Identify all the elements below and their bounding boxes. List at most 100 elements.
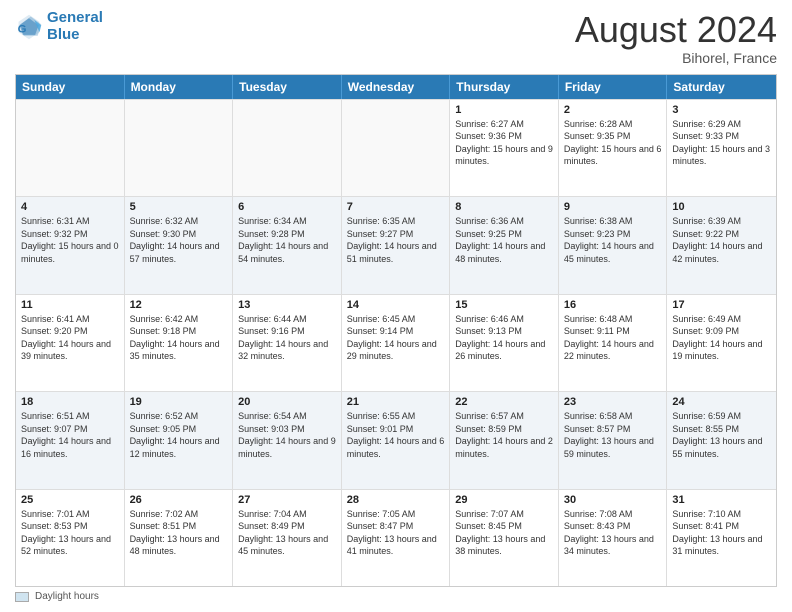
day-number: 20 [238, 396, 336, 408]
day-info: Sunrise: 7:01 AM Sunset: 8:53 PM Dayligh… [21, 508, 119, 558]
day-number: 6 [238, 201, 336, 213]
day-number: 19 [130, 396, 228, 408]
day-info: Sunrise: 6:52 AM Sunset: 9:05 PM Dayligh… [130, 410, 228, 460]
cal-cell-day-4: 4 Sunrise: 6:31 AM Sunset: 9:32 PM Daylig… [16, 197, 125, 293]
cal-cell-empty-r0c0 [16, 100, 125, 196]
day-number: 31 [672, 494, 771, 506]
day-info: Sunrise: 6:38 AM Sunset: 9:23 PM Dayligh… [564, 215, 662, 265]
day-number: 28 [347, 494, 445, 506]
cal-cell-day-18: 18 Sunrise: 6:51 AM Sunset: 9:07 PM Dayli… [16, 392, 125, 488]
daylight-legend-box [15, 592, 29, 602]
day-number: 18 [21, 396, 119, 408]
day-info: Sunrise: 7:05 AM Sunset: 8:47 PM Dayligh… [347, 508, 445, 558]
day-info: Sunrise: 6:45 AM Sunset: 9:14 PM Dayligh… [347, 313, 445, 363]
day-number: 21 [347, 396, 445, 408]
day-info: Sunrise: 7:04 AM Sunset: 8:49 PM Dayligh… [238, 508, 336, 558]
cal-cell-day-6: 6 Sunrise: 6:34 AM Sunset: 9:28 PM Daylig… [233, 197, 342, 293]
cal-row-3: 18 Sunrise: 6:51 AM Sunset: 9:07 PM Dayli… [16, 391, 776, 488]
cal-cell-day-16: 16 Sunrise: 6:48 AM Sunset: 9:11 PM Dayli… [559, 295, 668, 391]
day-info: Sunrise: 6:27 AM Sunset: 9:36 PM Dayligh… [455, 118, 553, 168]
cal-cell-day-5: 5Sunrise: 6:32 AM Sunset: 9:30 PM Daylig… [125, 197, 234, 293]
day-number: 10 [672, 201, 771, 213]
day-info: Sunrise: 6:44 AM Sunset: 9:16 PM Dayligh… [238, 313, 336, 363]
cal-cell-day-1: 1 Sunrise: 6:27 AM Sunset: 9:36 PM Daylig… [450, 100, 559, 196]
cal-cell-day-15: 15 Sunrise: 6:46 AM Sunset: 9:13 PM Dayli… [450, 295, 559, 391]
cal-cell-day-8: 8 Sunrise: 6:36 AM Sunset: 9:25 PM Daylig… [450, 197, 559, 293]
cal-cell-day-24: 24 Sunrise: 6:59 AM Sunset: 8:55 PM Dayli… [667, 392, 776, 488]
day-number: 13 [238, 299, 336, 311]
cal-cell-empty-r0c1 [125, 100, 234, 196]
day-info: Sunrise: 6:57 AM Sunset: 8:59 PM Dayligh… [455, 410, 553, 460]
day-info: Sunrise: 6:34 AM Sunset: 9:28 PM Dayligh… [238, 215, 336, 265]
day-info: Sunrise: 6:55 AM Sunset: 9:01 PM Dayligh… [347, 410, 445, 460]
day-number: 12 [130, 299, 228, 311]
cal-row-0: 1 Sunrise: 6:27 AM Sunset: 9:36 PM Daylig… [16, 99, 776, 196]
cal-header-monday: Monday [125, 75, 234, 99]
day-number: 22 [455, 396, 553, 408]
day-number: 11 [21, 299, 119, 311]
cal-row-1: 4 Sunrise: 6:31 AM Sunset: 9:32 PM Daylig… [16, 196, 776, 293]
day-info: Sunrise: 6:51 AM Sunset: 9:07 PM Dayligh… [21, 410, 119, 460]
day-number: 1 [455, 104, 553, 116]
day-number: 17 [672, 299, 771, 311]
cal-cell-day-14: 14Sunrise: 6:45 AM Sunset: 9:14 PM Dayli… [342, 295, 451, 391]
day-info: Sunrise: 6:32 AM Sunset: 9:30 PM Dayligh… [130, 215, 228, 265]
day-number: 24 [672, 396, 771, 408]
header: G General Blue August 2024 Bihorel, Fran… [15, 10, 777, 66]
cal-header-thursday: Thursday [450, 75, 559, 99]
day-info: Sunrise: 6:28 AM Sunset: 9:35 PM Dayligh… [564, 118, 662, 168]
logo: G General Blue [15, 10, 103, 43]
title-block: August 2024 Bihorel, France [575, 10, 777, 66]
cal-cell-empty-r0c2 [233, 100, 342, 196]
day-number: 7 [347, 201, 445, 213]
cal-cell-day-31: 31 Sunrise: 7:10 AM Sunset: 8:41 PM Dayli… [667, 490, 776, 586]
calendar-body: 1 Sunrise: 6:27 AM Sunset: 9:36 PM Daylig… [16, 99, 776, 586]
day-info: Sunrise: 6:36 AM Sunset: 9:25 PM Dayligh… [455, 215, 553, 265]
cal-cell-day-19: 19 Sunrise: 6:52 AM Sunset: 9:05 PM Dayli… [125, 392, 234, 488]
calendar-header-row: SundayMondayTuesdayWednesdayThursdayFrid… [16, 75, 776, 99]
day-info: Sunrise: 6:39 AM Sunset: 9:22 PM Dayligh… [672, 215, 771, 265]
day-number: 30 [564, 494, 662, 506]
cal-header-saturday: Saturday [667, 75, 776, 99]
daylight-legend-label: Daylight hours [35, 591, 99, 602]
day-info: Sunrise: 6:29 AM Sunset: 9:33 PM Dayligh… [672, 118, 771, 168]
cal-cell-day-2: 2 Sunrise: 6:28 AM Sunset: 9:35 PM Daylig… [559, 100, 668, 196]
day-info: Sunrise: 6:59 AM Sunset: 8:55 PM Dayligh… [672, 410, 771, 460]
day-info: Sunrise: 7:08 AM Sunset: 8:43 PM Dayligh… [564, 508, 662, 558]
cal-cell-day-22: 22 Sunrise: 6:57 AM Sunset: 8:59 PM Dayli… [450, 392, 559, 488]
cal-cell-day-25: 25 Sunrise: 7:01 AM Sunset: 8:53 PM Dayli… [16, 490, 125, 586]
cal-cell-empty-r0c3 [342, 100, 451, 196]
calendar: SundayMondayTuesdayWednesdayThursdayFrid… [15, 74, 777, 587]
cal-cell-day-9: 9 Sunrise: 6:38 AM Sunset: 9:23 PM Daylig… [559, 197, 668, 293]
day-number: 3 [672, 104, 771, 116]
day-number: 25 [21, 494, 119, 506]
day-info: Sunrise: 6:46 AM Sunset: 9:13 PM Dayligh… [455, 313, 553, 363]
cal-cell-day-29: 29 Sunrise: 7:07 AM Sunset: 8:45 PM Dayli… [450, 490, 559, 586]
cal-cell-day-26: 26Sunrise: 7:02 AM Sunset: 8:51 PM Dayli… [125, 490, 234, 586]
day-info: Sunrise: 6:48 AM Sunset: 9:11 PM Dayligh… [564, 313, 662, 363]
cal-cell-day-10: 10 Sunrise: 6:39 AM Sunset: 9:22 PM Dayli… [667, 197, 776, 293]
day-number: 2 [564, 104, 662, 116]
day-info: Sunrise: 6:31 AM Sunset: 9:32 PM Dayligh… [21, 215, 119, 265]
day-info: Sunrise: 7:02 AM Sunset: 8:51 PM Dayligh… [130, 508, 228, 558]
cal-cell-day-23: 23Sunrise: 6:58 AM Sunset: 8:57 PM Dayli… [559, 392, 668, 488]
day-number: 27 [238, 494, 336, 506]
cal-cell-day-28: 28 Sunrise: 7:05 AM Sunset: 8:47 PM Dayli… [342, 490, 451, 586]
day-number: 15 [455, 299, 553, 311]
day-info: Sunrise: 6:41 AM Sunset: 9:20 PM Dayligh… [21, 313, 119, 363]
svg-text:G: G [18, 23, 27, 35]
day-number: 8 [455, 201, 553, 213]
month-title: August 2024 [575, 10, 777, 50]
day-number: 29 [455, 494, 553, 506]
cal-cell-day-12: 12Sunrise: 6:42 AM Sunset: 9:18 PM Dayli… [125, 295, 234, 391]
day-info: Sunrise: 6:58 AM Sunset: 8:57 PM Dayligh… [564, 410, 662, 460]
day-number: 16 [564, 299, 662, 311]
cal-cell-day-20: 20 Sunrise: 6:54 AM Sunset: 9:03 PM Dayli… [233, 392, 342, 488]
day-info: Sunrise: 7:10 AM Sunset: 8:41 PM Dayligh… [672, 508, 771, 558]
cal-row-4: 25 Sunrise: 7:01 AM Sunset: 8:53 PM Dayli… [16, 489, 776, 586]
day-number: 9 [564, 201, 662, 213]
day-info: Sunrise: 6:54 AM Sunset: 9:03 PM Dayligh… [238, 410, 336, 460]
day-number: 4 [21, 201, 119, 213]
day-info: Sunrise: 7:07 AM Sunset: 8:45 PM Dayligh… [455, 508, 553, 558]
location: Bihorel, France [575, 50, 777, 66]
